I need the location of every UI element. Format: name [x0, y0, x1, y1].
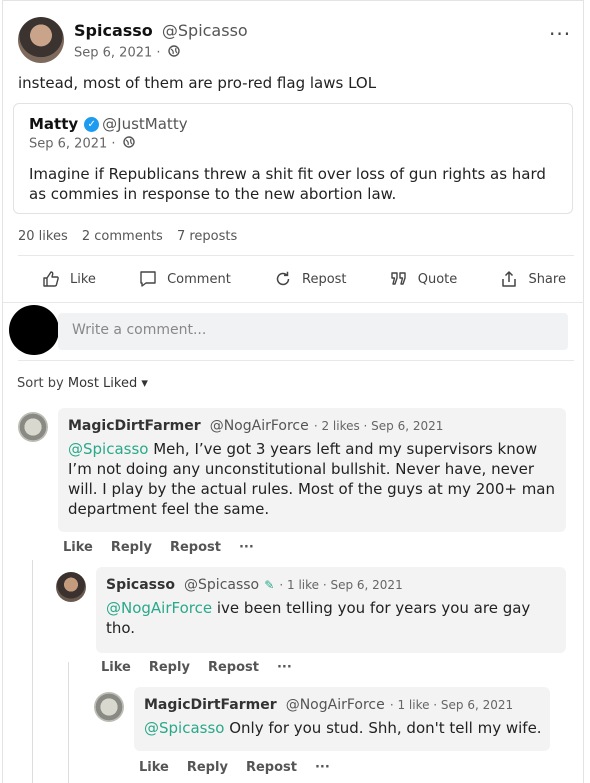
- comment-author-name[interactable]: MagicDirtFarmer: [144, 697, 277, 713]
- quote-text: Imagine if Republicans threw a shit fit …: [29, 165, 546, 203]
- repost-icon: [276, 271, 290, 286]
- comment-meta: · 1 like · Sep 6, 2021: [279, 578, 403, 592]
- action-bar: Like Comment Repost Quote Share: [18, 268, 574, 290]
- comment-reply-button[interactable]: Reply: [149, 660, 190, 675]
- comment-reply-button[interactable]: Reply: [111, 540, 152, 555]
- comment-bubble: Spicasso @Spicasso ✎ · 1 like · Sep 6, 2…: [96, 567, 566, 653]
- author-name[interactable]: Spicasso: [74, 21, 153, 40]
- repost-button[interactable]: Repost: [250, 268, 355, 290]
- quote-meta: Sep 6, 2021 ·: [29, 136, 135, 152]
- comment-repost-button[interactable]: Repost: [208, 660, 259, 675]
- globe-icon: [167, 45, 180, 61]
- comment-header: Spicasso @Spicasso ✎ · 1 like · Sep 6, 2…: [106, 574, 403, 593]
- comment-body: Only for you stud. Shh, don't tell my wi…: [224, 719, 542, 737]
- author-avatar[interactable]: [18, 17, 64, 63]
- sort-value[interactable]: Most Liked ▾: [68, 376, 148, 391]
- post-stats: 20 likes 2 comments 7 reposts: [18, 229, 247, 244]
- commenter-avatar[interactable]: [56, 572, 86, 602]
- comment-actions: Like Reply Repost ···: [63, 540, 254, 555]
- pen-icon: ✎: [264, 578, 275, 592]
- comment-button[interactable]: Comment: [115, 268, 239, 290]
- likes-count[interactable]: 20 likes: [18, 229, 68, 244]
- quoted-post[interactable]: Matty ✓ @JustMatty Sep 6, 2021 · Imagine i…: [13, 103, 573, 214]
- comments-count[interactable]: 2 comments: [82, 229, 163, 244]
- share-icon: [502, 271, 517, 287]
- mention-link[interactable]: @Spicasso: [144, 719, 224, 737]
- comment-more-button[interactable]: ···: [315, 760, 330, 775]
- comment-author-handle[interactable]: @Spicasso: [184, 577, 259, 593]
- comment-meta: · 1 like · Sep 6, 2021: [389, 698, 514, 712]
- comment-input[interactable]: Write a comment...: [58, 313, 568, 350]
- comment-bubble: MagicDirtFarmer @NogAirForce · 1 like · …: [134, 687, 550, 751]
- comment-more-button[interactable]: ···: [239, 540, 254, 555]
- thumbs-up-icon: [43, 271, 59, 287]
- post-date[interactable]: Sep 6, 2021 ·: [74, 46, 161, 61]
- quote-author: Matty ✓ @JustMatty: [29, 114, 188, 133]
- divider: [18, 255, 574, 256]
- comment-author-handle[interactable]: @NogAirForce: [286, 697, 385, 713]
- comment-like-button[interactable]: Like: [101, 660, 131, 675]
- comment-header: MagicDirtFarmer @NogAirForce · 2 likes ·…: [68, 415, 443, 434]
- repost-label: Repost: [302, 271, 347, 287]
- mention-link[interactable]: @NogAirForce: [106, 599, 212, 617]
- comment-actions: Like Reply Repost ···: [139, 760, 330, 775]
- comment-author-name[interactable]: MagicDirtFarmer: [68, 418, 201, 434]
- divider: [18, 360, 574, 361]
- comment-header: MagicDirtFarmer @NogAirForce · 1 like · …: [144, 694, 513, 713]
- comment-text: @Spicasso Meh, I’ve got 3 years left and…: [68, 439, 560, 519]
- reposts-count[interactable]: 7 reposts: [177, 229, 237, 244]
- author-handle[interactable]: @Spicasso: [162, 21, 248, 40]
- like-label: Like: [70, 271, 96, 287]
- comment-author-handle[interactable]: @NogAirForce: [210, 418, 309, 434]
- comment-repost-button[interactable]: Repost: [246, 760, 297, 775]
- quote-button[interactable]: Quote: [366, 268, 466, 290]
- quote-author-name[interactable]: Matty: [29, 115, 78, 133]
- comment-text: @NogAirForce ive been telling you for ye…: [106, 598, 556, 638]
- share-label: Share: [528, 271, 566, 287]
- commenter-avatar[interactable]: [18, 412, 48, 442]
- comment-actions: Like Reply Repost ···: [101, 660, 292, 675]
- post-text: instead, most of them are pro-red flag l…: [18, 74, 377, 92]
- comment-bubble: MagicDirtFarmer @NogAirForce · 2 likes ·…: [58, 408, 566, 532]
- post-author: Spicasso @Spicasso: [74, 21, 248, 40]
- like-button[interactable]: Like: [18, 268, 104, 290]
- quote-date[interactable]: Sep 6, 2021 ·: [29, 137, 116, 152]
- comment-icon: [140, 271, 156, 287]
- divider: [3, 302, 584, 303]
- comment-meta: · 2 likes · Sep 6, 2021: [313, 419, 444, 433]
- thread-line: [68, 662, 69, 783]
- commenter-avatar[interactable]: [94, 692, 124, 722]
- thread-line: [32, 560, 33, 783]
- quote-label: Quote: [417, 271, 458, 287]
- sort-label: Sort by: [17, 376, 64, 391]
- more-options-button[interactable]: ···: [549, 22, 571, 46]
- mention-link[interactable]: @Spicasso: [68, 440, 148, 458]
- verified-icon: ✓: [84, 117, 100, 132]
- comment-reply-button[interactable]: Reply: [187, 760, 228, 775]
- globe-icon: [122, 136, 135, 152]
- comment-like-button[interactable]: Like: [63, 540, 93, 555]
- share-button[interactable]: Share: [476, 268, 574, 290]
- comment-more-button[interactable]: ···: [277, 660, 292, 675]
- current-user-avatar[interactable]: [9, 305, 59, 355]
- post-meta: Sep 6, 2021 ·: [74, 45, 180, 61]
- comment-author-name[interactable]: Spicasso: [106, 577, 175, 593]
- comment-text: @Spicasso Only for you stud. Shh, don't …: [144, 718, 544, 738]
- comment-repost-button[interactable]: Repost: [170, 540, 221, 555]
- quote-author-handle[interactable]: @JustMatty: [102, 115, 187, 133]
- sort-control[interactable]: Sort by Most Liked ▾: [17, 376, 148, 391]
- quote-icon: [391, 272, 406, 285]
- comment-label: Comment: [167, 271, 231, 287]
- comment-like-button[interactable]: Like: [139, 760, 169, 775]
